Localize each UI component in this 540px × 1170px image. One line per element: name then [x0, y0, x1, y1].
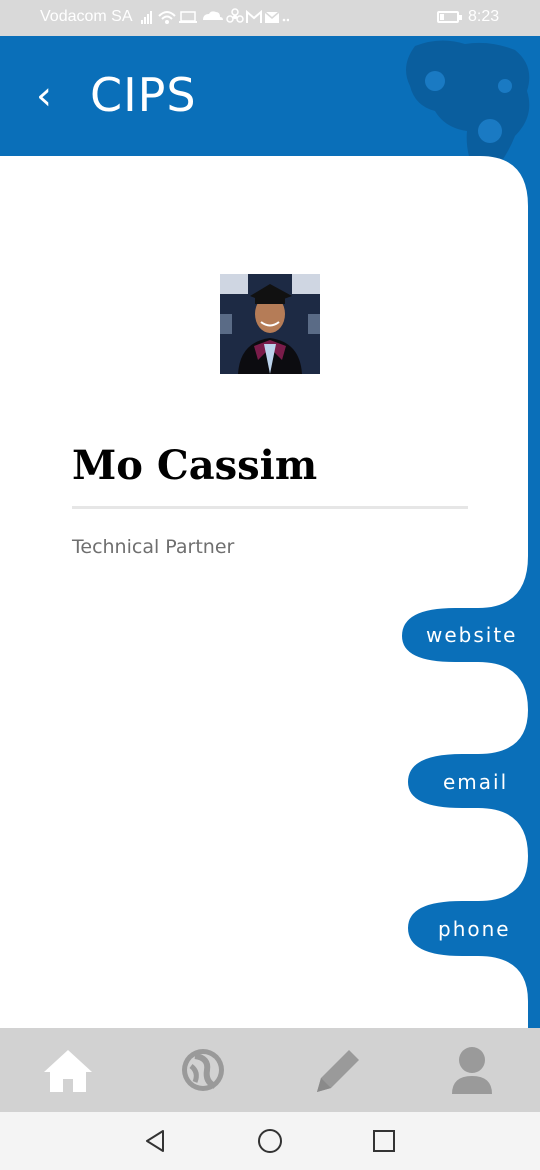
back-button[interactable]: ‹ [24, 74, 64, 118]
signal-icon [141, 8, 290, 24]
bottom-nav [0, 1028, 540, 1112]
phone-button[interactable]: phone [438, 909, 511, 949]
home-icon[interactable] [38, 1042, 98, 1098]
email-button[interactable]: email [443, 762, 508, 802]
africa-map-icon [406, 40, 530, 174]
edit-icon[interactable] [307, 1042, 367, 1098]
status-icons [139, 8, 290, 29]
avatar [220, 274, 320, 374]
person-name: Mo Cassim [72, 442, 318, 489]
back-triangle-icon[interactable] [141, 1126, 171, 1156]
explore-icon[interactable] [173, 1042, 233, 1098]
recents-square-icon[interactable] [369, 1126, 399, 1156]
clock: 8:23 [468, 8, 500, 25]
person-role: Technical Partner [72, 536, 235, 558]
battery-icon [437, 11, 462, 23]
divider [72, 506, 468, 509]
website-button[interactable]: website [426, 615, 517, 655]
carrier-label: Vodacom SA [40, 8, 133, 25]
status-bar: Vodacom SA 8:23 [0, 0, 540, 36]
page-title: CIPS [90, 68, 197, 122]
profile-icon[interactable] [442, 1042, 502, 1098]
home-circle-icon[interactable] [255, 1126, 285, 1156]
system-nav [0, 1112, 540, 1170]
